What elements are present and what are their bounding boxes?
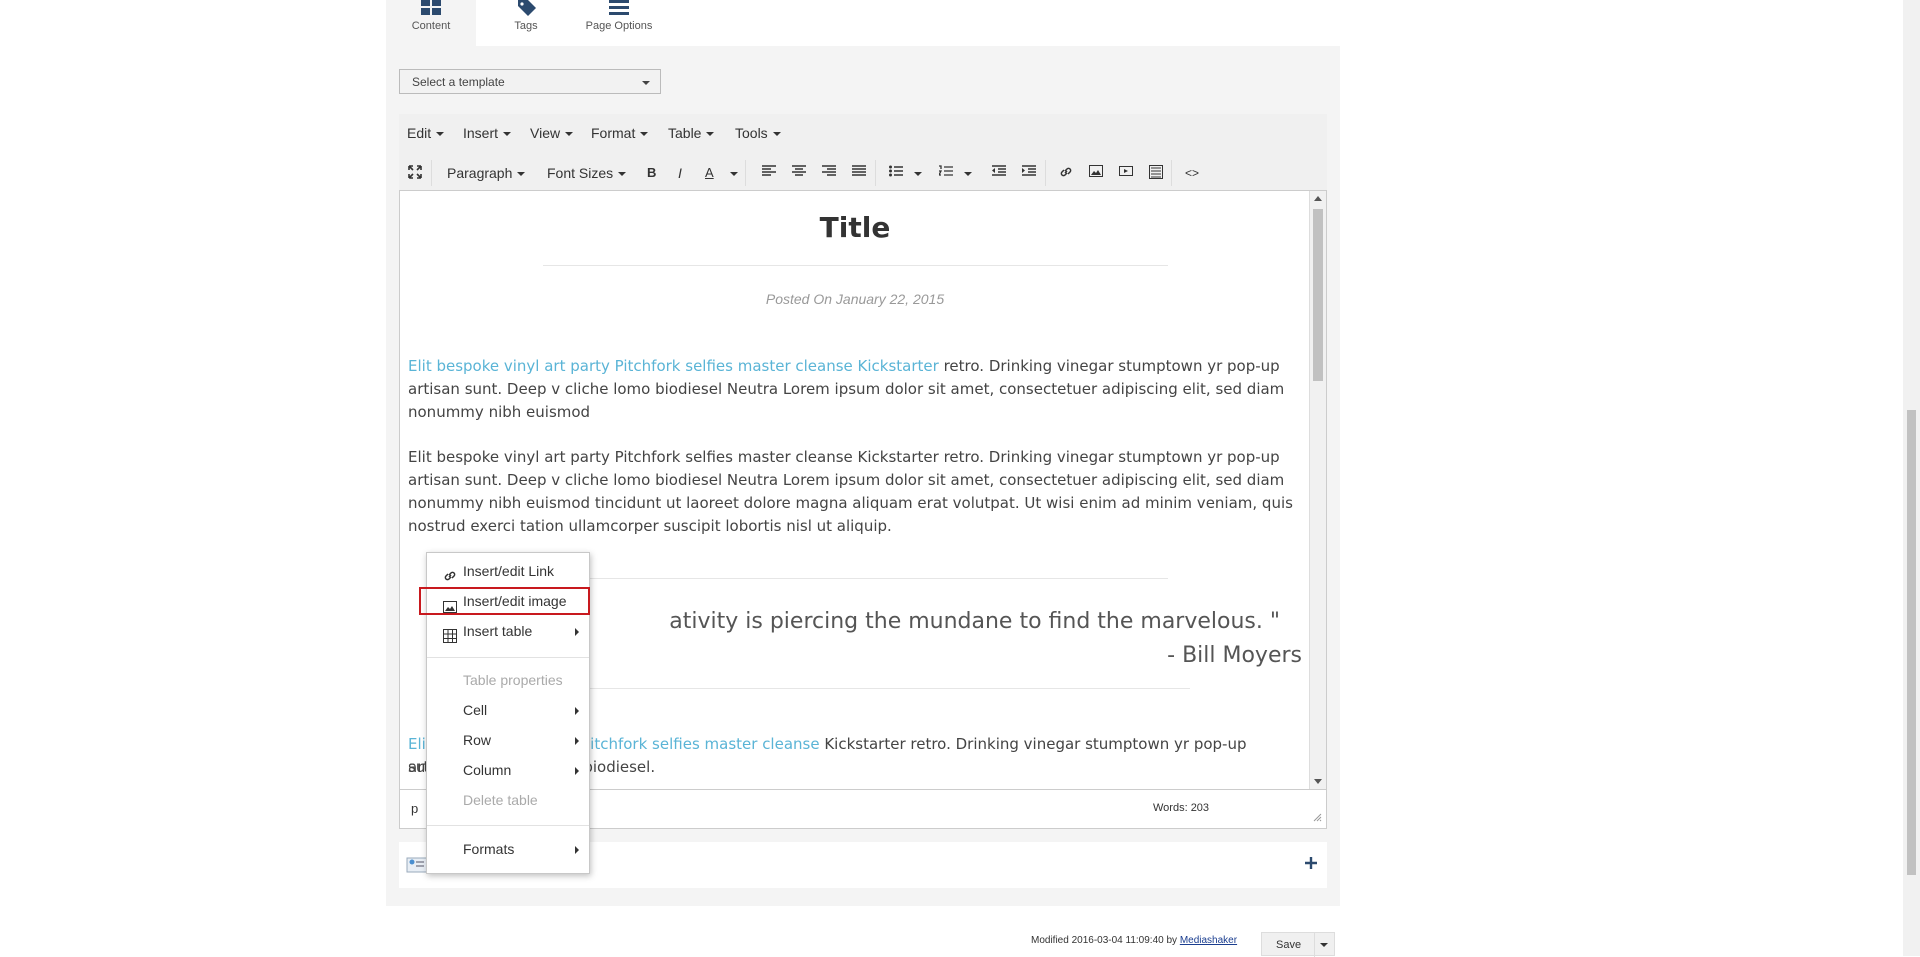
menu-item-column[interactable]: Column — [427, 756, 589, 784]
save-options-dropdown[interactable] — [1320, 943, 1328, 947]
tab-tags[interactable]: Tags — [481, 0, 571, 46]
numbered-list-icon[interactable] — [939, 162, 953, 184]
scroll-up-icon[interactable] — [1314, 196, 1322, 201]
toolbar-divider — [1171, 160, 1172, 186]
chevron-right-icon — [575, 767, 579, 775]
chevron-right-icon — [575, 628, 579, 636]
paragraph-link[interactable]: Elit bespoke vinyl art party Pitchfork s… — [408, 357, 939, 375]
menu-view[interactable]: View — [530, 125, 574, 141]
plus-icon[interactable] — [1303, 855, 1319, 876]
paragraph-2: Elit bespoke vinyl art party Pitchfork s… — [408, 448, 1293, 535]
paragraph-link[interactable]: y Pitchfork selfies master cleanse — [568, 735, 820, 753]
italic-button[interactable]: I — [678, 162, 682, 184]
align-left-icon[interactable] — [762, 162, 776, 184]
tab-content[interactable]: Content — [386, 0, 476, 46]
menu-format[interactable]: Format — [591, 125, 649, 141]
media-icon[interactable] — [1119, 162, 1133, 184]
indent-icon[interactable] — [1022, 162, 1036, 184]
chevron-right-icon — [575, 846, 579, 854]
chevron-right-icon — [575, 737, 579, 745]
tab-bar: Content Tags Page Options — [386, 0, 1340, 46]
bold-button[interactable]: B — [647, 162, 656, 184]
fullscreen-icon[interactable] — [408, 162, 422, 184]
menu-separator — [427, 657, 589, 658]
text-color-dropdown[interactable] — [725, 162, 738, 184]
tab-label: Page Options — [585, 20, 653, 32]
table-icon — [443, 624, 457, 643]
grid-icon — [420, 0, 442, 21]
outdent-icon[interactable] — [992, 162, 1006, 184]
template-select-value: Select a template — [412, 75, 505, 89]
menu-insert[interactable]: Insert — [463, 125, 512, 141]
menu-item-formats[interactable]: Formats — [427, 835, 589, 863]
menu-icon — [608, 0, 630, 21]
bullet-list-icon[interactable] — [889, 162, 903, 184]
toolbar-divider — [431, 160, 432, 186]
scroll-thumb[interactable] — [1313, 209, 1323, 381]
quote-text: ativity is piercing the mundane to find … — [669, 609, 1280, 634]
save-button-group: Save — [1261, 932, 1335, 957]
posted-date: Posted On January 22, 2015 — [765, 291, 945, 307]
resize-handle-icon[interactable] — [1313, 811, 1322, 825]
link-icon[interactable] — [1059, 162, 1073, 184]
menu-item-cell[interactable]: Cell — [427, 696, 589, 724]
source-code-button[interactable]: <> — [1185, 162, 1199, 184]
numbered-list-dropdown[interactable] — [959, 162, 972, 184]
tab-page-options[interactable]: Page Options — [574, 0, 664, 46]
page-scroll-thumb[interactable] — [1907, 410, 1916, 875]
page-scrollbar[interactable] — [1903, 0, 1920, 956]
divider — [543, 265, 1168, 266]
chevron-down-icon — [642, 81, 650, 85]
menu-item-row[interactable]: Row — [427, 726, 589, 754]
chevron-right-icon — [575, 707, 579, 715]
scroll-down-icon[interactable] — [1314, 779, 1322, 784]
toolbar-divider — [745, 160, 746, 186]
menu-item-insert-link[interactable]: Insert/edit Link — [427, 557, 589, 585]
menu-item-insert-table[interactable]: Insert table — [427, 617, 589, 645]
menu-table[interactable]: Table — [668, 125, 715, 141]
menu-separator — [427, 825, 589, 826]
menu-tools[interactable]: Tools — [735, 125, 781, 141]
template-icon[interactable] — [1149, 162, 1163, 184]
divider — [570, 688, 1190, 689]
align-right-icon[interactable] — [822, 162, 836, 184]
editor-toolbar: Paragraph Font Sizes B I A <> — [399, 154, 1327, 192]
toolbar-divider — [875, 160, 876, 186]
highlight-box — [419, 587, 590, 615]
document-title: Title — [819, 211, 891, 244]
widget-icon — [406, 854, 428, 881]
modified-info: Modified 2016-03-04 11:09:40 by Mediasha… — [1031, 935, 1238, 946]
bullet-list-dropdown[interactable] — [909, 162, 922, 184]
element-path[interactable]: p — [411, 801, 418, 816]
tab-label: Tags — [514, 20, 538, 32]
word-count: Words: 203 — [1153, 802, 1210, 814]
template-select[interactable]: Select a template — [399, 69, 661, 94]
menu-item-delete-table: Delete table — [463, 792, 538, 808]
toolbar-divider — [1045, 160, 1046, 186]
paragraph-1: Elit bespoke vinyl art party Pitchfork s… — [408, 357, 1285, 421]
editor-scrollbar[interactable] — [1309, 191, 1326, 789]
menu-edit[interactable]: Edit — [407, 125, 445, 141]
align-center-icon[interactable] — [792, 162, 806, 184]
modified-user-link[interactable]: Mediashaker — [1180, 935, 1237, 946]
save-button[interactable]: Save — [1276, 939, 1301, 951]
tab-label: Content — [411, 20, 451, 32]
paragraph-dropdown[interactable]: Paragraph — [447, 162, 526, 184]
text-color-button[interactable]: A — [705, 162, 714, 184]
divider — [1314, 933, 1315, 957]
font-sizes-dropdown[interactable]: Font Sizes — [547, 162, 627, 184]
editor-menubar: Edit Insert View Format Table Tools — [399, 114, 1327, 150]
link-icon — [443, 564, 457, 581]
menu-item-table-properties: Table properties — [463, 672, 563, 688]
image-icon[interactable] — [1089, 162, 1103, 184]
align-justify-icon[interactable] — [852, 162, 866, 184]
divider — [543, 578, 1168, 579]
